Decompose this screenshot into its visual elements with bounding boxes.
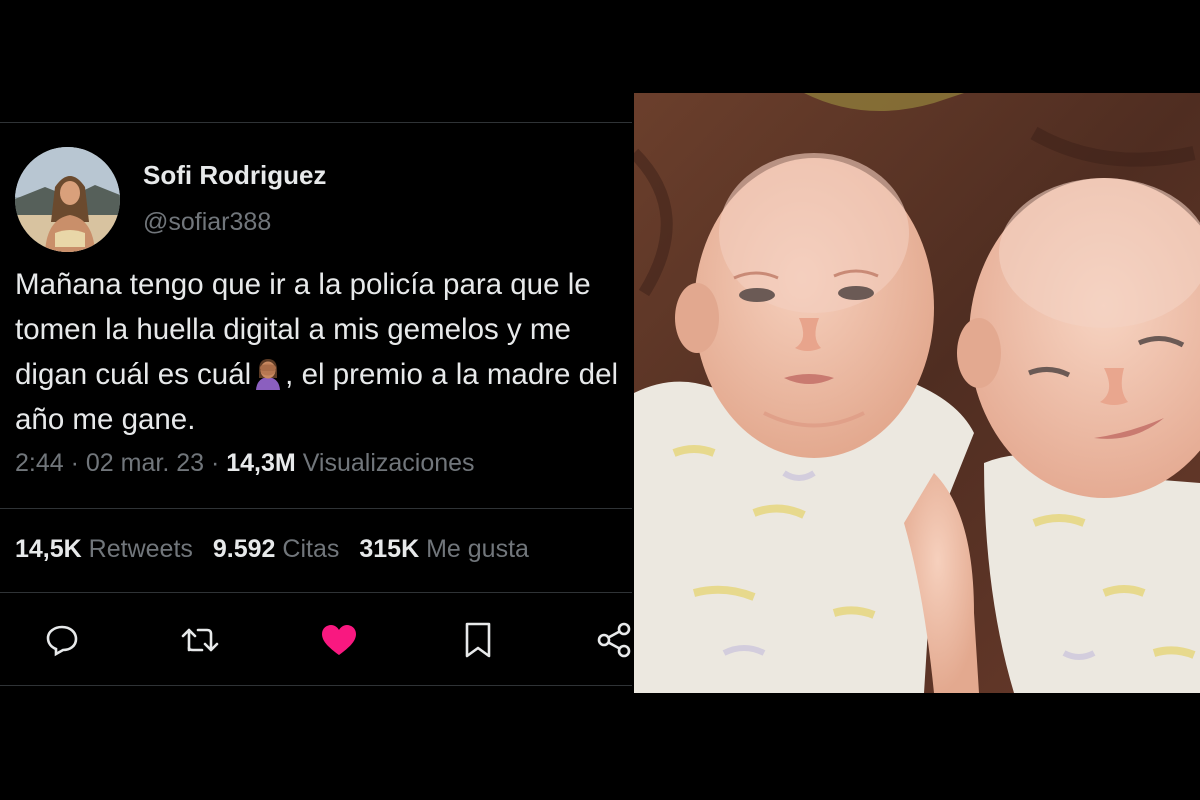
- retweets-count: 14,5K: [15, 535, 82, 563]
- retweets-label: Retweets: [88, 535, 193, 563]
- views-label: Visualizaciones: [302, 449, 475, 477]
- likes-stat[interactable]: 315K Me gusta: [359, 535, 529, 563]
- quotes-label: Citas: [282, 535, 340, 563]
- tweet-time[interactable]: 2:44: [15, 449, 64, 477]
- reply-icon: [46, 625, 78, 657]
- like-icon: [322, 625, 356, 655]
- share-button[interactable]: [592, 618, 636, 662]
- twin-babies-photo: [634, 93, 1200, 693]
- tweet-date[interactable]: 02 mar. 23: [86, 449, 204, 477]
- author-name[interactable]: Sofi Rodriguez: [143, 160, 326, 191]
- author-handle[interactable]: @sofiar388: [143, 208, 271, 237]
- retweets-stat[interactable]: 14,5K Retweets: [15, 535, 193, 563]
- quotes-stat[interactable]: 9.592 Citas: [213, 535, 339, 563]
- views-count: 14,3M: [226, 449, 296, 477]
- reply-button[interactable]: [40, 618, 84, 662]
- engagement-stats: 14,5K Retweets 9.592 Citas 315K Me gusta: [15, 535, 529, 564]
- share-icon: [597, 622, 631, 658]
- bookmark-icon: [465, 622, 491, 658]
- likes-count: 315K: [359, 535, 420, 563]
- divider-meta: [0, 508, 632, 509]
- bookmark-button[interactable]: [456, 618, 500, 662]
- tweet-card: Sofi Rodriguez @sofiar388 Mañana tengo q…: [0, 0, 634, 800]
- divider-bottom: [0, 685, 632, 686]
- avatar[interactable]: [15, 147, 120, 252]
- retweet-button[interactable]: [178, 618, 222, 662]
- likes-label: Me gusta: [426, 535, 529, 563]
- tweet-text: Mañana tengo que ir a la policía para qu…: [15, 262, 627, 442]
- woman-facepalming-emoji-icon: [256, 359, 281, 390]
- like-button[interactable]: [317, 618, 361, 662]
- retweet-icon: [181, 628, 219, 652]
- divider-top: [0, 122, 632, 123]
- tweet-meta: 2:44 · 02 mar. 23 · 14,3M Visualizacione…: [15, 449, 475, 477]
- quotes-count: 9.592: [212, 535, 276, 563]
- divider-stats: [0, 592, 632, 593]
